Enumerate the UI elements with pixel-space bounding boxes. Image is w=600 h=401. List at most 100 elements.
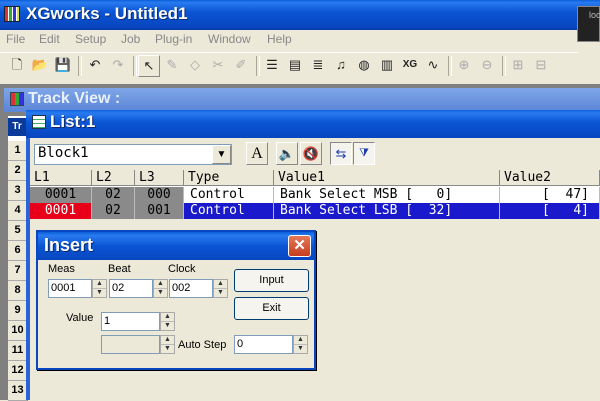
table-cell-selected[interactable]: [ 4] — [500, 203, 600, 219]
menu-plugin[interactable]: Plug-in — [155, 32, 192, 46]
track-row-number[interactable]: 1 — [8, 141, 28, 161]
new-file-icon[interactable]: 🗋 — [6, 55, 28, 77]
mixer-icon[interactable]: ▥ — [376, 55, 398, 77]
meas-label: Meas — [48, 263, 75, 275]
column-header-l3[interactable]: L3 — [135, 170, 184, 186]
track-row-number[interactable]: 7 — [8, 261, 28, 281]
close-icon[interactable]: ✕ — [288, 235, 311, 257]
input-button[interactable]: Input — [234, 269, 309, 292]
menu-help[interactable]: Help — [267, 32, 292, 46]
menu-window[interactable]: Window — [208, 32, 251, 46]
table-cell[interactable]: 001 — [135, 203, 184, 219]
value-field[interactable]: 1 — [101, 312, 160, 331]
list-icon[interactable]: ≣ — [307, 55, 329, 77]
toolbar-separator — [502, 56, 506, 76]
menu-bar: File Edit Setup Job Plug-in Window Help — [0, 30, 578, 50]
brush-icon[interactable]: ✐ — [230, 55, 252, 77]
meas-stepper[interactable]: ▲ ▼ — [92, 279, 107, 298]
table-cell[interactable]: Bank Select MSB [ 0] — [274, 187, 500, 203]
follow-playback-icon[interactable]: ⇆ — [330, 142, 352, 165]
table-cell-selected[interactable]: Control — [184, 203, 274, 219]
track-row-number[interactable]: 9 — [8, 301, 28, 321]
table-cell[interactable]: 02 — [92, 203, 135, 219]
menu-edit[interactable]: Edit — [39, 32, 60, 46]
column-header-l1[interactable]: L1 — [30, 170, 92, 186]
list-window-title-bar[interactable] — [26, 110, 600, 138]
track-row-number[interactable]: 11 — [8, 341, 28, 361]
auto-step-field[interactable]: 0 — [234, 335, 293, 354]
track-row-number[interactable]: 10 — [8, 321, 28, 341]
zoom-out-icon[interactable]: ⊖ — [476, 55, 498, 77]
table-cell-selected[interactable]: 0001 — [30, 203, 92, 219]
toolbar: 🗋 📂 💾 ↶ ↷ ↖ ✎ ◇ ✂ ✐ ☰ ▤ ≣ ♫ ◍ ▥ XG ∿ ⊕ ⊖… — [0, 52, 578, 80]
track-view-title: Track View : — [28, 90, 121, 107]
save-icon[interactable]: 💾 — [52, 55, 74, 77]
column-header-l2[interactable]: L2 — [92, 170, 135, 186]
table-cell[interactable]: 0001 — [30, 187, 92, 203]
app-title: XGworks - Untitled1 — [26, 4, 188, 23]
toolbar-separator — [78, 56, 82, 76]
drum-icon[interactable]: ◍ — [353, 55, 375, 77]
table-cell-selected[interactable]: Bank Select LSB [ 32] — [274, 203, 500, 219]
toolbar-separator — [133, 56, 137, 76]
clock-stepper[interactable]: ▲ ▼ — [213, 279, 228, 298]
eraser-icon[interactable]: ◇ — [184, 55, 206, 77]
track-row-number[interactable]: 3 — [8, 181, 28, 201]
score-icon[interactable]: ♫ — [330, 55, 352, 77]
track-row-number[interactable]: 8 — [8, 281, 28, 301]
zoom-h-in-icon[interactable]: ⊞ — [507, 55, 529, 77]
value2-field — [101, 335, 160, 354]
filter-icon[interactable]: ⧩ — [353, 142, 375, 165]
auto-step-stepper[interactable]: ▲ ▼ — [293, 335, 308, 354]
zoom-h-out-icon[interactable]: ⊟ — [530, 55, 552, 77]
scissors-icon[interactable]: ✂ — [207, 55, 229, 77]
level-meter-label: loo — [589, 10, 600, 20]
speaker-mute-icon[interactable]: 🔇 — [300, 142, 322, 165]
toolbar-separator — [256, 56, 260, 76]
table-cell[interactable]: [ 47] — [500, 187, 600, 203]
insert-dialog-title: Insert — [44, 235, 94, 255]
track-row-number[interactable]: 6 — [8, 241, 28, 261]
track-row-number[interactable]: 2 — [8, 161, 28, 181]
table-cell[interactable]: 000 — [135, 187, 184, 203]
wave-icon[interactable]: ∿ — [422, 55, 444, 77]
app-icon — [4, 6, 20, 22]
pointer-icon[interactable]: ↖ — [138, 55, 160, 77]
undo-icon[interactable]: ↶ — [84, 55, 106, 77]
track-view-icon[interactable]: ☰ — [261, 55, 283, 77]
column-header-value1[interactable]: Value1 — [274, 170, 500, 186]
value2-stepper: ▲ ▼ — [160, 335, 175, 354]
table-cell[interactable]: Control — [184, 187, 274, 203]
beat-stepper[interactable]: ▲ ▼ — [153, 279, 168, 298]
track-row-number[interactable]: 5 — [8, 221, 28, 241]
track-view-icon — [10, 92, 24, 106]
block-select-value: Block1 — [38, 145, 89, 161]
auto-step-label: Auto Step — [178, 339, 227, 351]
beat-field[interactable]: 02 — [109, 279, 153, 298]
value-stepper[interactable]: ▲ ▼ — [160, 312, 175, 331]
clock-field[interactable]: 002 — [169, 279, 213, 298]
exit-button[interactable]: Exit — [234, 297, 309, 320]
menu-setup[interactable]: Setup — [75, 32, 106, 46]
column-header-value2[interactable]: Value2 — [500, 170, 600, 186]
track-row-number[interactable]: 13 — [8, 381, 28, 401]
zoom-in-icon[interactable]: ⊕ — [453, 55, 475, 77]
menu-file[interactable]: File — [6, 32, 25, 46]
xg-editor-icon[interactable]: XG — [399, 55, 421, 77]
font-button[interactable]: A — [246, 142, 268, 165]
list-window-title: List:1 — [50, 112, 96, 131]
toolbar-separator — [448, 56, 452, 76]
pencil-icon[interactable]: ✎ — [161, 55, 183, 77]
meas-field[interactable]: 0001 — [48, 279, 92, 298]
column-header-type[interactable]: Type — [184, 170, 274, 186]
speaker-icon[interactable]: 🔈 — [276, 142, 298, 165]
redo-icon[interactable]: ↷ — [107, 55, 129, 77]
chevron-down-icon[interactable]: ▼ — [212, 145, 231, 164]
list-window-icon — [32, 115, 46, 129]
track-row-number[interactable]: 4 — [8, 201, 28, 221]
table-cell[interactable]: 02 — [92, 187, 135, 203]
track-row-number[interactable]: 12 — [8, 361, 28, 381]
menu-job[interactable]: Job — [121, 32, 140, 46]
piano-roll-icon[interactable]: ▤ — [284, 55, 306, 77]
open-folder-icon[interactable]: 📂 — [29, 55, 51, 77]
